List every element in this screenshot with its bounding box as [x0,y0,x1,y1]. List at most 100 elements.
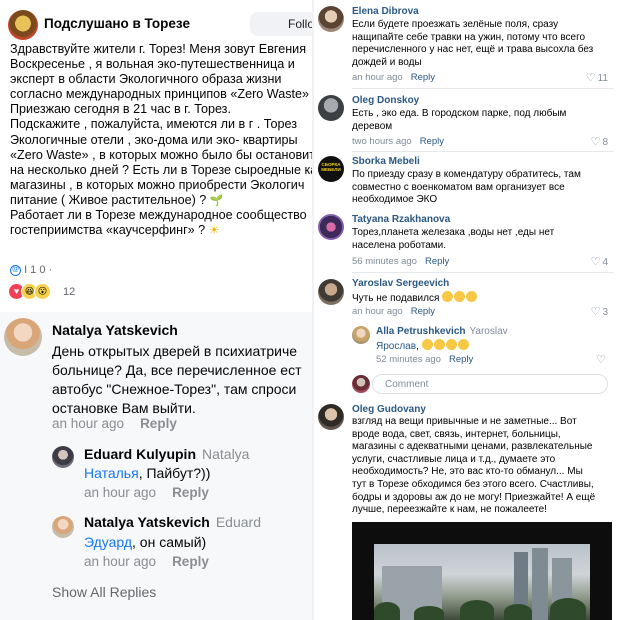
reply-button[interactable]: Reply [449,354,473,365]
comment-text-line: Торез,планета железака ,воды нет ,еды не… [352,227,555,238]
comment-author[interactable]: Oleg Donskoy [352,95,419,106]
sprout-emoji-icon: 🌱 [209,194,224,207]
like-count: 8 [602,137,608,148]
comment-meta: an hour ago Reply [52,416,177,431]
reply-button[interactable]: Reply [172,554,209,569]
mention-link[interactable]: Наталья [84,465,139,481]
mention-link[interactable]: Эдуард [84,534,132,550]
like-heart-icon: ♡ [590,136,601,148]
comment-author[interactable]: Elena Dibrova [352,6,419,17]
comment-text-line: перечисленного у нас нет, ещё и трава вы… [352,44,594,56]
post-line: Экологичные отели , эко-дома или эко- кв… [10,132,298,147]
avatar[interactable] [52,446,74,468]
comment-text-line: вроде вода, свет, связь, интернет, больн… [352,428,561,440]
show-all-replies-link[interactable]: Show All Replies [52,584,156,600]
comment-time: 52 minutes ago [376,354,441,365]
group-avatar-icon[interactable] [8,10,38,40]
avatar[interactable] [4,318,42,356]
group-name[interactable]: Подслушано в Торезе [44,16,190,31]
post-line: Приезжаю сегодня в 21 час в г. Торез. [10,102,231,117]
post-line: питание ( Живое растительное) ? 🌱 [10,193,312,208]
comment-text-line: деревом [352,120,393,132]
author-name: Natalya Yatskevich [84,514,210,530]
reply-comment: Alla Petrushkevich Yaroslav Ярослав, 52 m… [314,322,620,368]
post-line: Работает ли в Торезе международное сообщ… [10,208,307,223]
comment-text: Эдуард, он самый) [84,533,206,552]
follow-button[interactable]: Follow [250,12,312,36]
comment-text-line: тут в Торезе обходимся без этого всего. … [352,479,594,490]
comment-author[interactable]: Eduard Kulyupin Natalya [84,446,249,462]
comment-time: 56 minutes ago [352,256,417,267]
tree-shape [504,604,532,620]
like-button[interactable]: ♡ 3 [591,305,608,318]
like-heart-icon: ♡ [596,354,606,366]
comment-meta: an hour ago Reply [84,485,209,500]
comment-author[interactable]: Natalya Yatskevich [52,322,178,338]
like-button[interactable]: ♡ 4 [591,255,608,268]
comment: Yaroslav Sergeevich Чуть не подавился an… [314,274,620,322]
avatar[interactable] [318,214,344,240]
avatar[interactable] [318,279,344,305]
like-button[interactable]: ♡ [596,353,608,366]
post-line: Здравствуйте жители г. Торез! Меня зовут… [10,42,307,56]
attached-photo[interactable] [352,522,612,620]
comment-time: an hour ago [52,416,125,431]
mention-link[interactable]: Ярослав [376,341,416,352]
post-text: Здравствуйте жители г. Торез! Меня зовут… [10,42,312,238]
comment-text-line: бодры и здоровы аж до не могу! Приезжайт… [352,491,596,503]
laughing-emoji-icon [445,339,457,350]
post-tags[interactable]: @ I 1 0 · [10,264,52,276]
comment-time: an hour ago [84,485,157,500]
comment-author[interactable]: Yaroslav Sergeevich [352,278,449,289]
comment-meta: an hour ago Reply [84,554,209,569]
tag-text: I 1 0 · [24,264,53,276]
reply-button[interactable]: Reply [425,256,449,267]
comment-text: Чуть не подавился [352,291,478,306]
comment-text-line: Если будете проезжать зелёные поля, сраз… [352,19,559,30]
comment-text-line: лучше, переезжайте к нам, не пожалеете! [352,504,547,516]
laughing-emoji-icon [466,291,478,302]
avatar[interactable] [318,404,344,430]
comment-meta: an hour ago Reply [352,306,435,317]
photo-city-scene [374,544,590,620]
comment-author[interactable]: Oleg Gudovany [352,404,426,415]
reply-button[interactable]: Reply [411,306,435,317]
reply-button[interactable]: Reply [172,485,209,500]
reply-button[interactable]: Reply [411,72,435,83]
comment-text-line: Есть , эко еда. В городском парке, под л… [352,108,567,119]
comment-input[interactable]: Comment [372,374,608,394]
comment-text-line: необходимость? Не, это вас кто-то обману… [352,466,583,478]
comment-author[interactable]: Sborka Mebeli [352,156,420,167]
reply-comment: Natalya Yatskevich Eduard Эдуард, он самы… [52,510,312,580]
comment-author[interactable]: Natalya Yatskevich Eduard [84,514,261,530]
comment-text-line: По приезду сразу в комендатуру обратитес… [352,169,581,180]
avatar[interactable] [318,95,344,121]
avatar[interactable] [318,6,344,32]
comment-text-line: взгляд на вещи привычные и не заметные..… [352,416,577,427]
comment-time: an hour ago [352,306,403,317]
comment-meta: 52 minutes ago Reply [376,354,473,365]
avatar[interactable] [352,326,370,344]
comment-author[interactable]: Tatyana Rzakhanova [352,214,450,225]
comment-text-line: населена роботами. [352,239,447,251]
comment-author[interactable]: Alla Petrushkevich Yaroslav [376,326,508,337]
comment-time: two hours ago [352,136,412,147]
divider [352,88,614,89]
avatar[interactable] [52,516,74,538]
comment: Tatyana Rzakhanova Торез,планета железак… [314,210,620,273]
comment: Oleg Gudovany взгляд на вещи привычные и… [314,400,620,522]
like-button[interactable]: ♡ 11 [586,71,608,84]
like-heart-icon: ♡ [585,72,596,84]
post-line: на несколько дней ? Есть ли в Торезе сыр… [10,162,312,177]
comment-text: Наталья, Пайбут?)) [84,464,210,483]
avatar[interactable]: СБОРКА МЕБЕЛИ [318,156,344,182]
comment-text-line: нащипайте себе травки на ужин, потому чт… [352,31,586,43]
reply-button[interactable]: Reply [140,416,177,431]
sun-emoji-icon: ☀ [208,223,220,238]
tree-shape [414,606,444,620]
comment-time: an hour ago [352,72,403,83]
reply-button[interactable]: Reply [420,136,444,147]
comment-text-rest: , он самый) [132,534,207,550]
like-button[interactable]: ♡ 8 [591,135,608,148]
comment-text-line: больнице? Да, все перечисленное ест [52,362,302,378]
